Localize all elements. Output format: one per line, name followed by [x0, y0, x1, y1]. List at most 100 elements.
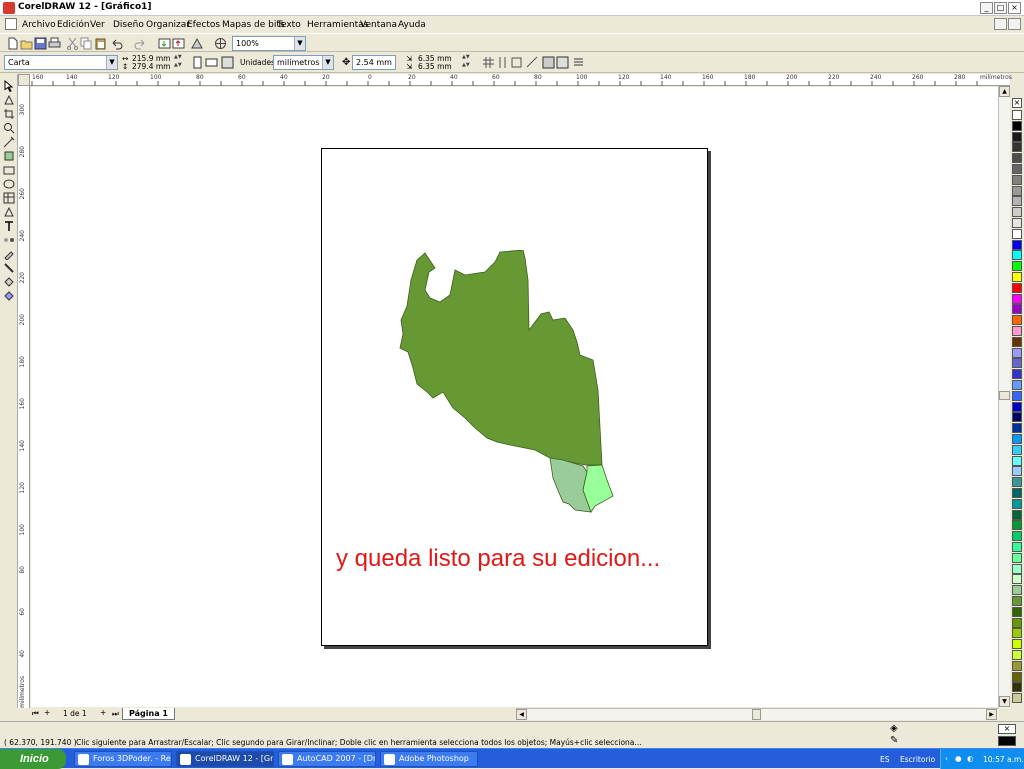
- scroll-down-icon[interactable]: ▼: [999, 696, 1010, 707]
- color-swatch[interactable]: [1012, 412, 1022, 423]
- color-swatch[interactable]: [1012, 239, 1022, 250]
- color-swatch[interactable]: [1012, 520, 1022, 531]
- color-swatch[interactable]: [1012, 380, 1022, 390]
- interactive-blend-tool-icon[interactable]: [3, 234, 15, 246]
- horizontal-scrollbar[interactable]: ◀ ▶: [516, 708, 998, 720]
- color-swatch[interactable]: [1012, 509, 1022, 520]
- scroll-right-icon[interactable]: ▶: [986, 709, 997, 720]
- close-button[interactable]: ×: [1008, 2, 1021, 14]
- menu-diseno[interactable]: Diseño: [113, 20, 144, 30]
- color-swatch[interactable]: [1012, 326, 1022, 336]
- snap-to-grid-icon[interactable]: [482, 56, 495, 69]
- color-swatch[interactable]: [1012, 531, 1022, 542]
- color-swatch[interactable]: [1012, 423, 1022, 434]
- menu-ver[interactable]: Ver: [90, 20, 105, 30]
- dynamic-guides-icon[interactable]: [526, 56, 539, 69]
- color-swatch[interactable]: [1012, 585, 1022, 596]
- units-select[interactable]: milímetros ▼: [273, 55, 334, 70]
- color-swatch[interactable]: [1012, 606, 1022, 617]
- color-swatch[interactable]: [1012, 185, 1022, 196]
- fill-indicator-icon[interactable]: ◈: [890, 723, 898, 734]
- color-swatch[interactable]: [1012, 250, 1022, 261]
- fill-tool-icon[interactable]: [3, 276, 15, 288]
- color-swatch[interactable]: [1012, 671, 1022, 682]
- paper-height-field[interactable]: 279.4 mm: [132, 62, 170, 71]
- ellipse-tool-icon[interactable]: [3, 178, 15, 190]
- color-swatch[interactable]: [1012, 390, 1022, 401]
- page-tab[interactable]: Página 1: [122, 708, 175, 720]
- crop-tool-icon[interactable]: [3, 108, 15, 120]
- rectangle-tool-icon[interactable]: [3, 164, 15, 176]
- minimize-button[interactable]: _: [980, 2, 993, 14]
- color-swatch[interactable]: [1012, 552, 1022, 563]
- smart-fill-tool-icon[interactable]: [3, 150, 15, 162]
- zoom-tool-icon[interactable]: [3, 122, 15, 134]
- cut-icon[interactable]: [66, 37, 79, 50]
- vertical-scrollbar[interactable]: ▲ ▼: [998, 86, 1010, 708]
- basic-shapes-tool-icon[interactable]: [3, 206, 15, 218]
- clock[interactable]: 10:57 a.m.: [983, 755, 1024, 764]
- color-swatch[interactable]: [1012, 369, 1022, 380]
- chevron-down-icon[interactable]: ▼: [322, 56, 333, 69]
- first-page-icon[interactable]: ⏮: [32, 709, 39, 719]
- color-swatch[interactable]: [1012, 682, 1022, 693]
- last-page-icon[interactable]: ⏭: [112, 709, 119, 719]
- color-swatch[interactable]: [1012, 174, 1022, 185]
- vertical-ruler[interactable]: 300 280 260 240 220 200 180 160 140 120 …: [18, 86, 30, 708]
- color-swatch[interactable]: [1012, 444, 1022, 455]
- color-swatch[interactable]: [1012, 282, 1022, 293]
- paste-icon[interactable]: [94, 37, 107, 50]
- task-autocad[interactable]: AutoCAD 2007 - [Dra...: [278, 751, 376, 767]
- color-swatch[interactable]: [1012, 358, 1022, 369]
- interactive-fill-tool-icon[interactable]: [3, 290, 15, 302]
- zoom-level-select[interactable]: 100% ▼: [232, 36, 306, 51]
- color-swatch[interactable]: [1012, 261, 1022, 272]
- color-swatch[interactable]: [1012, 207, 1022, 218]
- task-foros-3dpoder[interactable]: Foros 3DPoder. - Res...: [74, 751, 172, 767]
- menu-organizar[interactable]: Organizar: [146, 20, 190, 30]
- document-icon[interactable]: [5, 18, 17, 30]
- color-swatch[interactable]: [1012, 660, 1022, 671]
- print-icon[interactable]: [48, 37, 61, 50]
- task-coreldraw[interactable]: CorelDRAW 12 - [Grá...: [176, 751, 274, 767]
- color-swatch[interactable]: [1012, 401, 1022, 412]
- hscroll-thumb[interactable]: [752, 709, 761, 720]
- duplicate-y-field[interactable]: 6.35 mm: [418, 62, 452, 71]
- options-icon[interactable]: [572, 56, 585, 69]
- color-swatch[interactable]: [1012, 347, 1022, 358]
- map-region-main[interactable]: [399, 250, 603, 466]
- color-swatch[interactable]: [1012, 293, 1022, 304]
- menu-mapas-de-bits[interactable]: Mapas de bits: [222, 20, 285, 30]
- color-swatch[interactable]: [1012, 315, 1022, 326]
- color-swatch[interactable]: [1012, 131, 1022, 142]
- color-swatch[interactable]: [1012, 488, 1022, 498]
- menu-edicion[interactable]: Edición: [57, 20, 90, 30]
- snap-to-guidelines-icon[interactable]: [496, 56, 509, 69]
- corel-online-icon[interactable]: [214, 37, 227, 50]
- task-photoshop[interactable]: Adobe Photoshop: [380, 751, 478, 767]
- color-swatch[interactable]: [1012, 563, 1022, 574]
- tray-arrow-icon[interactable]: ‹: [945, 754, 948, 763]
- menu-ayuda[interactable]: Ayuda: [398, 20, 426, 30]
- undo-icon[interactable]: [110, 37, 123, 50]
- freehand-tool-icon[interactable]: [3, 136, 15, 148]
- add-page-after-icon[interactable]: +: [100, 708, 106, 717]
- save-icon[interactable]: [34, 37, 47, 50]
- new-icon[interactable]: [6, 37, 19, 50]
- network-icon[interactable]: ●: [955, 754, 962, 763]
- color-swatch[interactable]: [1012, 477, 1022, 488]
- color-swatch[interactable]: [1012, 218, 1022, 228]
- draw-on-pressure-icon[interactable]: [556, 56, 569, 69]
- color-swatch[interactable]: [1012, 639, 1022, 650]
- color-swatch[interactable]: [1012, 228, 1022, 239]
- color-swatch[interactable]: [1012, 574, 1022, 585]
- doc-restore-button[interactable]: [994, 18, 1007, 30]
- volume-icon[interactable]: ◐: [967, 754, 974, 763]
- color-swatch[interactable]: [1012, 650, 1022, 660]
- text-tool-icon[interactable]: [3, 220, 15, 232]
- paper-type-select[interactable]: Carta ▼: [4, 55, 118, 70]
- shape-tool-icon[interactable]: [3, 94, 15, 106]
- color-swatch[interactable]: [1012, 617, 1022, 628]
- color-swatch[interactable]: [1012, 304, 1022, 315]
- landscape-icon[interactable]: [205, 56, 218, 69]
